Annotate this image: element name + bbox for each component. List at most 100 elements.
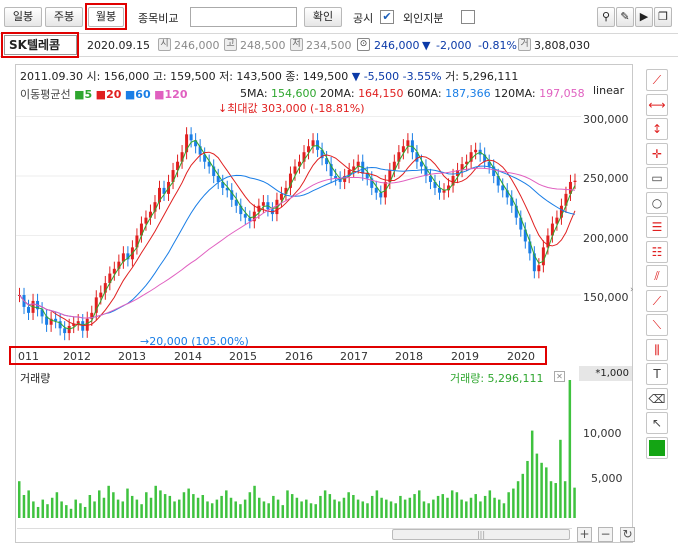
compare-input[interactable] (190, 7, 297, 27)
volume-bar (163, 494, 167, 518)
volume-bar (258, 497, 261, 518)
volume-bar (234, 501, 237, 518)
volume-bar (295, 497, 299, 518)
volume-bar (140, 504, 143, 518)
close-icon: ⊙ (357, 38, 370, 51)
change-value: -2,000 (436, 39, 472, 52)
volume-bar (375, 490, 379, 518)
volume-bar (112, 492, 115, 518)
gann-icon[interactable]: ⟍ (646, 314, 668, 336)
fib2-icon[interactable]: ☷ (646, 240, 668, 263)
scale-mode[interactable]: linear (593, 84, 624, 97)
volume-bar (422, 501, 426, 518)
volume-bar (563, 481, 567, 518)
volume-bar (507, 492, 510, 518)
grid-icon[interactable]: ⫼ (646, 338, 668, 361)
candle-body (573, 180, 577, 182)
volume-bar (79, 503, 82, 518)
ma20-line (19, 151, 576, 326)
volume-bar (545, 467, 548, 518)
zoom-out-button[interactable]: − (598, 527, 613, 542)
volume-bar (126, 488, 129, 518)
play-icon[interactable]: ▶ (635, 7, 653, 27)
volume-bar (408, 497, 412, 518)
compare-label: 종목비교 (138, 12, 179, 25)
volume-bar (290, 494, 294, 518)
volume-bar (88, 495, 92, 518)
foreign-checkbox[interactable] (461, 10, 475, 24)
weekly-button[interactable]: 주봉 (45, 7, 83, 27)
year-label: 2013 (118, 350, 146, 363)
volume-bar (446, 497, 449, 518)
circle-icon[interactable]: ○ (646, 191, 668, 214)
high-value: 248,500 (240, 39, 286, 52)
line-tool-icon[interactable]: ⟋ (646, 69, 668, 91)
max-annotation: ↓최대값 303,000 (-18.81%) (218, 102, 365, 115)
candle-body (243, 214, 247, 218)
volume-bar (74, 499, 77, 518)
volume-bar (253, 485, 256, 518)
candle-body (279, 193, 283, 200)
candle-body (99, 292, 103, 298)
scrollbar-thumb[interactable]: ||| (392, 529, 570, 540)
year-label: 011 (18, 350, 39, 363)
year-label: 2012 (63, 350, 91, 363)
candle-body (293, 166, 297, 174)
stock-date: 2020.09.15 (87, 39, 150, 52)
volume-bar (267, 503, 270, 518)
collapse-panel-handle[interactable]: › (630, 285, 638, 299)
volume-bar (50, 497, 54, 518)
volume-bar (516, 481, 520, 518)
volume-bar (554, 483, 557, 518)
volume-chart[interactable] (17, 380, 577, 520)
volume-bar (276, 499, 280, 518)
high-icon: 고 (224, 38, 237, 51)
candle-body (261, 202, 265, 206)
volume-bar (549, 481, 553, 518)
vtick-5000: 5,000 (591, 472, 623, 485)
price-chart[interactable] (16, 80, 581, 350)
crosshair-icon[interactable]: ✛ (646, 142, 668, 165)
year-label: 2018 (395, 350, 423, 363)
volume-bar (210, 503, 214, 518)
volume-bar (41, 499, 45, 518)
text-icon[interactable]: T (646, 363, 668, 385)
color-icon[interactable] (646, 436, 668, 459)
hline-icon[interactable]: ⟷ (646, 93, 668, 116)
volume-bar (328, 494, 332, 518)
candle-body (537, 265, 541, 272)
candle-body (27, 306, 31, 313)
volume-bar (168, 495, 172, 518)
channel-icon[interactable]: ⫽ (646, 265, 668, 287)
volume-bar (521, 473, 525, 518)
draw-icon[interactable]: ✎ (616, 7, 634, 27)
year-label: 2020 (507, 350, 535, 363)
eraser-icon[interactable]: ⌫ (646, 387, 668, 410)
settings-icon[interactable]: ⚲ (597, 7, 615, 27)
volume-bar (239, 504, 242, 518)
candle-body (144, 217, 148, 224)
volume-bar (135, 499, 139, 518)
confirm-button[interactable]: 확인 (304, 7, 342, 27)
vline-icon[interactable]: ↕ (646, 118, 668, 140)
rect-icon[interactable]: ▭ (646, 167, 668, 189)
refresh-button[interactable]: ↻ (620, 527, 635, 542)
volume-bar (441, 494, 445, 518)
cursor-icon[interactable]: ↖ (646, 412, 668, 434)
copy-icon[interactable]: ❐ (654, 7, 672, 27)
volume-bar (455, 492, 459, 518)
volume-bar (248, 492, 252, 518)
notice-checkbox[interactable]: ✔ (380, 10, 394, 24)
open-icon: 시 (158, 38, 171, 51)
volume-bar (436, 495, 440, 518)
zoom-in-button[interactable]: + (577, 527, 592, 542)
volume-bar (98, 490, 101, 518)
daily-button[interactable]: 일봉 (4, 7, 42, 27)
volume-bar (182, 492, 186, 518)
fib-icon[interactable]: ☰ (646, 216, 668, 238)
volume-bar (173, 501, 176, 518)
close-value: 246,000 (374, 39, 420, 52)
volume-bar (333, 499, 336, 518)
volume-bar (60, 501, 63, 518)
trend-icon[interactable]: ⟋ (646, 289, 668, 312)
